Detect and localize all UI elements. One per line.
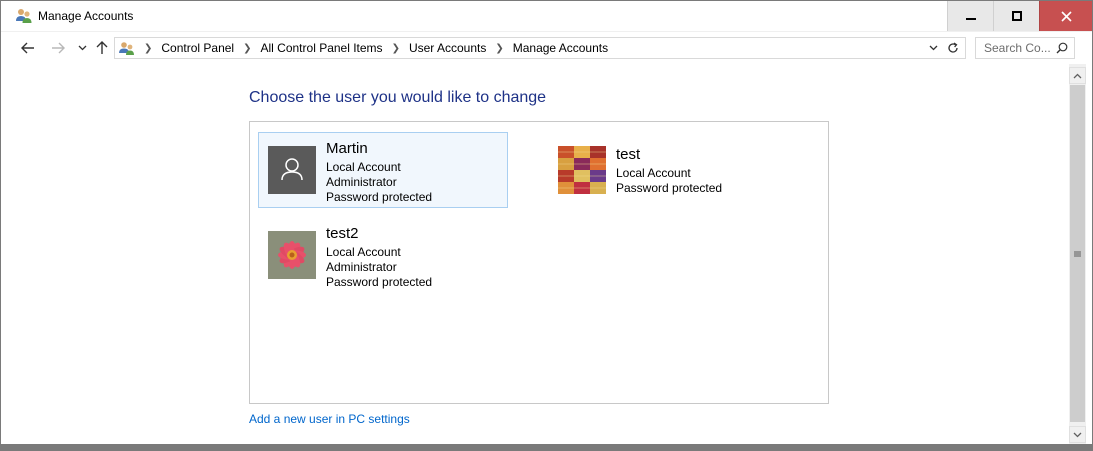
breadcrumb-separator-icon: ❯ bbox=[144, 42, 153, 54]
account-role: Administrator bbox=[326, 260, 397, 274]
navigation-bar: ❯ Control Panel ❯ All Control Panel Item… bbox=[1, 32, 1092, 64]
accounts-panel: Martin Local Account Administrator Passw… bbox=[249, 121, 829, 404]
account-tile-test2[interactable]: test2 Local Account Administrator Passwo… bbox=[258, 218, 508, 294]
back-button[interactable] bbox=[19, 38, 37, 58]
breadcrumb-user-accounts[interactable]: User Accounts bbox=[409, 41, 486, 55]
chevron-up-icon bbox=[1073, 73, 1082, 78]
user-accounts-icon bbox=[16, 9, 32, 23]
account-password-status: Password protected bbox=[616, 181, 723, 195]
breadcrumb-control-panel[interactable]: Control Panel bbox=[161, 41, 234, 55]
account-name: test bbox=[616, 146, 641, 163]
close-icon bbox=[1060, 10, 1072, 22]
account-type: Local Account bbox=[326, 245, 401, 259]
search-box[interactable] bbox=[975, 37, 1075, 59]
manage-accounts-window: Manage Accounts ❯ Control Panel ❯ All Co… bbox=[0, 0, 1093, 451]
search-input[interactable] bbox=[984, 41, 1054, 55]
recent-locations-button[interactable] bbox=[73, 38, 91, 58]
chevron-down-icon bbox=[929, 45, 937, 51]
account-type: Local Account bbox=[616, 166, 691, 180]
account-type: Local Account bbox=[326, 160, 401, 174]
maximize-button[interactable] bbox=[993, 1, 1039, 31]
account-password-status: Password protected bbox=[326, 190, 433, 204]
maximize-icon bbox=[1011, 11, 1022, 21]
account-tile-martin[interactable]: Martin Local Account Administrator Passw… bbox=[258, 132, 508, 208]
minimize-icon bbox=[965, 18, 976, 20]
red-flower-photo-icon bbox=[268, 231, 316, 279]
default-user-avatar-icon bbox=[281, 158, 303, 181]
refresh-button[interactable] bbox=[946, 41, 960, 55]
up-arrow-icon bbox=[96, 41, 108, 54]
up-button[interactable] bbox=[93, 38, 111, 58]
scroll-up-button[interactable] bbox=[1069, 67, 1086, 84]
content-area: Choose the user you would like to change… bbox=[1, 64, 1069, 444]
vertical-scrollbar[interactable] bbox=[1069, 64, 1086, 444]
close-button[interactable] bbox=[1039, 1, 1092, 31]
scroll-thumb[interactable] bbox=[1070, 85, 1085, 422]
breadcrumb-separator-icon[interactable]: ❯ bbox=[495, 43, 503, 54]
page-heading: Choose the user you would like to change bbox=[249, 89, 547, 106]
avatar bbox=[268, 146, 316, 194]
account-name: Martin bbox=[326, 140, 368, 157]
breadcrumb-separator-icon[interactable]: ❯ bbox=[243, 43, 251, 54]
account-name: test2 bbox=[326, 225, 359, 242]
back-arrow-icon bbox=[21, 42, 34, 54]
forward-arrow-icon bbox=[52, 42, 65, 54]
address-bar[interactable]: ❯ Control Panel ❯ All Control Panel Item… bbox=[114, 37, 966, 59]
breadcrumb-separator-icon[interactable]: ❯ bbox=[392, 43, 400, 54]
chevron-down-icon bbox=[1073, 432, 1082, 437]
control-panel-icon bbox=[119, 42, 134, 55]
avatar bbox=[558, 146, 606, 194]
account-password-status: Password protected bbox=[326, 275, 433, 289]
breadcrumb: ❯ Control Panel ❯ All Control Panel Item… bbox=[139, 41, 608, 55]
avatar bbox=[268, 231, 316, 279]
grip-icon bbox=[1074, 251, 1081, 256]
breadcrumb-manage-accounts[interactable]: Manage Accounts bbox=[513, 41, 608, 55]
add-user-link[interactable]: Add a new user in PC settings bbox=[249, 412, 410, 426]
forward-button[interactable] bbox=[49, 38, 67, 58]
woven-fabric-photo-icon bbox=[558, 146, 606, 194]
refresh-icon bbox=[948, 42, 958, 53]
window-title: Manage Accounts bbox=[38, 9, 134, 23]
window-bottom-border bbox=[1, 444, 1092, 450]
scroll-down-button[interactable] bbox=[1069, 426, 1086, 443]
title-bar[interactable]: Manage Accounts bbox=[1, 1, 1092, 32]
chevron-down-icon bbox=[78, 45, 86, 51]
address-history-button[interactable] bbox=[927, 41, 939, 55]
breadcrumb-all-control-panel-items[interactable]: All Control Panel Items bbox=[261, 41, 383, 55]
account-tile-test[interactable]: test Local Account Password protected bbox=[548, 139, 798, 201]
account-role: Administrator bbox=[326, 175, 397, 189]
minimize-button[interactable] bbox=[947, 1, 993, 31]
search-icon[interactable] bbox=[1056, 42, 1068, 54]
